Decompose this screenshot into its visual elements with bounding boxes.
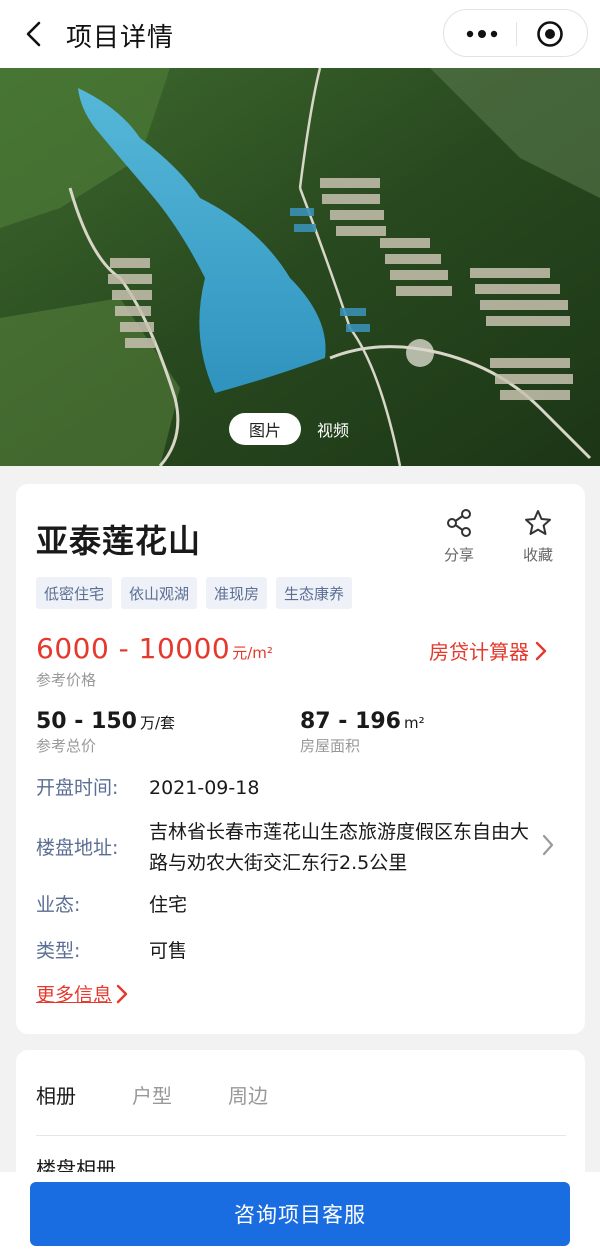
tab-floor-plans[interactable]: 户型 xyxy=(132,1080,172,1109)
project-info-card: 亚泰莲花山 分享 收藏 低密住宅 依山观湖 准现房 生态康养 6000 - 10… xyxy=(16,484,585,1034)
page-title: 项目详情 xyxy=(66,23,175,53)
property-type-key: 类型: xyxy=(36,940,81,962)
address-key: 楼盘地址: xyxy=(36,837,119,859)
favorite-button[interactable]: 收藏 xyxy=(513,508,563,565)
more-dots-icon[interactable] xyxy=(464,24,500,44)
property-usage-value: 住宅 xyxy=(149,894,188,916)
tab-album[interactable]: 相册 xyxy=(36,1080,76,1109)
floor-area: 87 - 196 m² 房屋面积 xyxy=(300,709,425,756)
bottom-action-bar: 咨询项目客服 xyxy=(0,1172,600,1253)
tab-video[interactable]: 视频 xyxy=(301,413,365,445)
total-price-value: 50 - 150 xyxy=(36,709,137,734)
miniprogram-capsule xyxy=(443,9,588,57)
tab-surroundings[interactable]: 周边 xyxy=(228,1080,268,1109)
aerial-rendering-illustration xyxy=(0,68,600,466)
share-icon xyxy=(447,509,471,537)
project-tags: 低密住宅 依山观湖 准现房 生态康养 xyxy=(36,577,361,609)
opening-date-key: 开盘时间: xyxy=(36,777,119,799)
project-hero-image[interactable]: 图片 视频 xyxy=(0,68,600,466)
total-price: 50 - 150 万/套 参考总价 xyxy=(36,709,175,756)
property-usage-key: 业态: xyxy=(36,894,81,916)
more-info-label: 更多信息 xyxy=(36,984,113,1006)
mortgage-calculator-label: 房贷计算器 xyxy=(429,640,529,664)
project-name: 亚泰莲花山 xyxy=(36,522,202,560)
total-price-unit: 万/套 xyxy=(140,714,176,732)
floor-area-unit: m² xyxy=(404,714,425,732)
tag: 准现房 xyxy=(206,577,268,609)
opening-date-row: 开盘时间: 2021-09-18 xyxy=(36,773,259,804)
close-target-icon[interactable] xyxy=(536,20,564,48)
star-icon xyxy=(525,510,551,535)
property-type-value: 可售 xyxy=(149,940,188,962)
floor-area-value: 87 - 196 xyxy=(300,709,401,734)
tab-photos[interactable]: 图片 xyxy=(229,413,302,445)
share-button[interactable]: 分享 xyxy=(434,508,484,565)
unit-price-unit: 元/m² xyxy=(232,644,273,662)
media-switch: 图片 视频 xyxy=(229,413,365,445)
navigation-bar: 项目详情 xyxy=(0,0,600,68)
chevron-right-icon[interactable] xyxy=(542,834,554,856)
unit-price: 6000 - 10000 元/m² xyxy=(36,632,273,665)
back-arrow-icon[interactable] xyxy=(22,20,46,48)
capsule-divider xyxy=(516,22,517,46)
share-label: 分享 xyxy=(443,546,474,564)
unit-price-label: 参考价格 xyxy=(36,671,97,689)
chevron-right-icon xyxy=(535,641,547,660)
property-usage-row: 业态: 住宅 xyxy=(36,890,187,921)
more-info-link[interactable]: 更多信息 xyxy=(36,980,128,1007)
property-type-row: 类型: 可售 xyxy=(36,936,187,967)
tag: 低密住宅 xyxy=(36,577,113,609)
opening-date-value: 2021-09-18 xyxy=(149,777,260,799)
content-tabs: 相册 户型 周边 xyxy=(36,1080,324,1109)
tag: 依山观湖 xyxy=(121,577,198,609)
tag: 生态康养 xyxy=(276,577,353,609)
address-value: 吉林省长春市莲花山生态旅游度假区东自由大路与劝农大街交汇东行2.5公里 xyxy=(149,821,530,874)
tabs-divider xyxy=(36,1135,566,1136)
address-row[interactable]: 楼盘地址: 吉林省长春市莲花山生态旅游度假区东自由大路与劝农大街交汇东行2.5公… xyxy=(36,817,529,879)
favorite-label: 收藏 xyxy=(522,546,553,564)
total-price-label: 参考总价 xyxy=(36,737,97,755)
consult-service-button[interactable]: 咨询项目客服 xyxy=(30,1182,570,1246)
chevron-right-icon xyxy=(116,984,128,1003)
mortgage-calculator-link[interactable]: 房贷计算器 xyxy=(429,636,547,665)
unit-price-value: 6000 - 10000 xyxy=(36,632,231,665)
floor-area-label: 房屋面积 xyxy=(300,737,361,755)
